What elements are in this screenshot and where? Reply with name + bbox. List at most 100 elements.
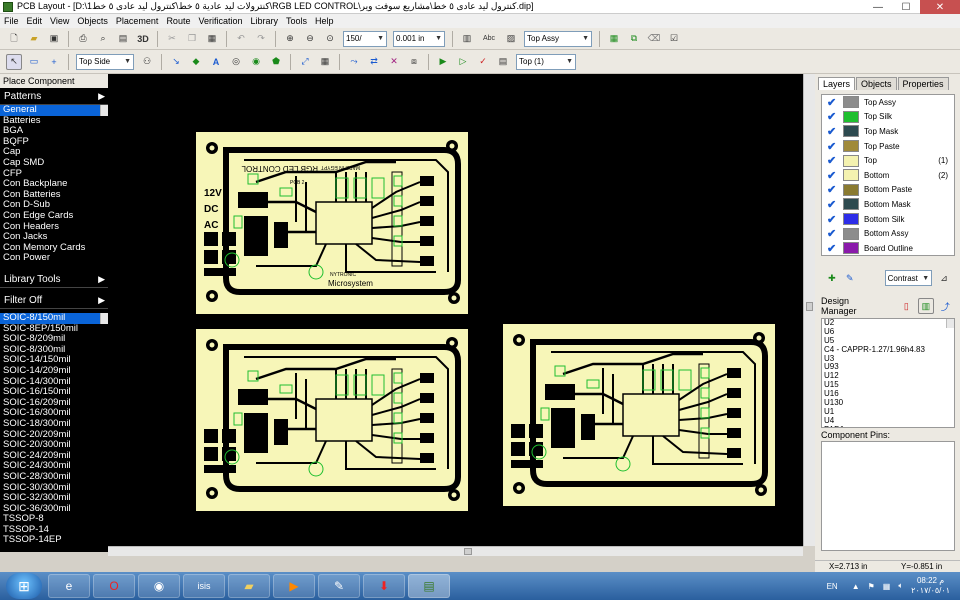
- layer-color-swatch[interactable]: [843, 169, 859, 182]
- export-icon[interactable]: ▤: [115, 31, 131, 47]
- layer-row[interactable]: ✔ Bottom Paste: [822, 183, 954, 198]
- vscroll-thumb[interactable]: [806, 302, 813, 311]
- layer-color-swatch[interactable]: [843, 140, 859, 153]
- package-scrollbar[interactable]: [100, 313, 108, 324]
- clock[interactable]: 08:22 م ٢٠١٧/٠٥/٠١: [911, 576, 950, 596]
- menu-placement[interactable]: Placement: [112, 16, 163, 26]
- route-options-icon[interactable]: ⧈: [406, 54, 422, 70]
- check-icon[interactable]: ✔: [827, 169, 837, 182]
- download-icon[interactable]: ⬇: [363, 574, 405, 598]
- pencil-app-icon[interactable]: ✎: [318, 574, 360, 598]
- layer-color-swatch[interactable]: [843, 125, 859, 138]
- layer-row[interactable]: ✔ Bottom Silk: [822, 212, 954, 227]
- pin-icon[interactable]: ⊿: [937, 270, 951, 286]
- flag-icon[interactable]: ⚑: [868, 582, 875, 591]
- component-item[interactable]: U2: [822, 319, 954, 328]
- ie-icon[interactable]: e: [48, 574, 90, 598]
- dm-component-icon[interactable]: ▥: [918, 298, 934, 314]
- print-icon[interactable]: ⎙: [75, 31, 91, 47]
- category-item[interactable]: Cap SMD: [0, 157, 108, 169]
- open-folder-icon[interactable]: ▰: [26, 31, 42, 47]
- pcb-board-2[interactable]: [196, 329, 468, 511]
- via-tool-icon[interactable]: ◎: [228, 54, 244, 70]
- pcb-board-3[interactable]: [503, 324, 775, 506]
- check-icon[interactable]: ✔: [827, 110, 837, 123]
- menu-route[interactable]: Route: [162, 16, 194, 26]
- explorer-icon[interactable]: ▰: [228, 574, 270, 598]
- check-icon[interactable]: ✔: [827, 198, 837, 211]
- print-preview-icon[interactable]: ⌕: [95, 31, 111, 47]
- menu-file[interactable]: File: [0, 16, 23, 26]
- view-3d-button[interactable]: 3D: [135, 31, 151, 47]
- layer-color-swatch[interactable]: [843, 154, 859, 167]
- zoom-combo[interactable]: 150/ ▼: [343, 30, 387, 47]
- check-icon[interactable]: ✔: [827, 140, 837, 153]
- network-icon[interactable]: ▦: [883, 582, 891, 591]
- chrome-icon[interactable]: ◉: [138, 574, 180, 598]
- check-icon[interactable]: ✔: [827, 96, 837, 109]
- text-abc-button[interactable]: Abc: [479, 31, 499, 47]
- check-icon[interactable]: ✔: [827, 227, 837, 240]
- save-icon[interactable]: ▣: [46, 31, 62, 47]
- media-player-icon[interactable]: ▶: [273, 574, 315, 598]
- tab-objects[interactable]: Objects: [856, 77, 897, 90]
- check-icon[interactable]: ✔: [827, 125, 837, 138]
- layer-color-swatch[interactable]: [843, 96, 859, 109]
- menu-objects[interactable]: Objects: [73, 16, 112, 26]
- report-icon[interactable]: ▤: [495, 54, 511, 70]
- layer-row[interactable]: ✔ Bottom Mask: [822, 197, 954, 212]
- line-tool-icon[interactable]: ↘: [168, 54, 184, 70]
- canvas-hscrollbar[interactable]: [108, 546, 803, 556]
- component-item[interactable]: C4 - CAPPR-1.27/1.96h4.83: [822, 345, 954, 355]
- package-item[interactable]: SOIC-28/300mil: [0, 471, 108, 483]
- dm-net-icon[interactable]: ⤴: [938, 298, 953, 314]
- layer-edit-icon[interactable]: ✎: [843, 270, 857, 286]
- layer-combo[interactable]: Top Assy ▼: [524, 30, 592, 47]
- active-layer-combo[interactable]: Top (1) ▼: [516, 53, 576, 70]
- minimize-button[interactable]: —: [864, 0, 892, 14]
- check-icon[interactable]: ✔: [827, 213, 837, 226]
- redo-icon[interactable]: ↷: [253, 31, 269, 47]
- layer-color-swatch[interactable]: [843, 242, 859, 255]
- layer-row[interactable]: ✔ Top Mask: [822, 124, 954, 139]
- component-scrollbar[interactable]: [946, 319, 954, 328]
- copy-icon[interactable]: ❐: [184, 31, 200, 47]
- isis-icon[interactable]: isis: [183, 574, 225, 598]
- autoroute-icon[interactable]: ⇄: [366, 54, 382, 70]
- grid-combo[interactable]: 0.001 in ▼: [393, 30, 445, 47]
- patterns-bar[interactable]: Patterns ▶: [0, 88, 108, 105]
- image-icon[interactable]: ▨: [503, 31, 519, 47]
- run-step-icon[interactable]: ▷: [455, 54, 471, 70]
- component-item[interactable]: U3: [822, 354, 954, 364]
- zoom-fit-icon[interactable]: ⊙: [322, 31, 338, 47]
- category-scrollbar[interactable]: [100, 105, 108, 116]
- binoculars-icon[interactable]: ⚇: [139, 54, 155, 70]
- layer-color-swatch[interactable]: [843, 183, 859, 196]
- language-indicator[interactable]: EN: [827, 582, 838, 591]
- category-item[interactable]: Con Edge Cards: [0, 210, 108, 222]
- undo-icon[interactable]: ↶: [233, 31, 249, 47]
- component-item[interactable]: U130: [822, 398, 954, 408]
- tray-arrow-icon[interactable]: ▲: [852, 582, 860, 591]
- maximize-button[interactable]: ☐: [892, 0, 920, 14]
- component-item[interactable]: U6: [822, 327, 954, 337]
- zoom-in-icon[interactable]: ⊕: [282, 31, 298, 47]
- netlist-icon[interactable]: ⧉: [626, 31, 642, 47]
- layer-row[interactable]: ✔ Bottom (2): [822, 168, 954, 183]
- dimension-icon[interactable]: ⤢: [297, 54, 313, 70]
- menu-help[interactable]: Help: [311, 16, 338, 26]
- layer-add-icon[interactable]: ✚: [825, 270, 839, 286]
- component-item[interactable]: U1: [822, 407, 954, 417]
- filter-bar[interactable]: Filter Off ▶: [0, 292, 108, 309]
- properties-icon[interactable]: ▥: [459, 31, 475, 47]
- component-item[interactable]: U12: [822, 371, 954, 381]
- menu-verification[interactable]: Verification: [194, 16, 246, 26]
- new-file-icon[interactable]: 🗋: [6, 31, 22, 47]
- layer-row[interactable]: ✔ Top (1): [822, 153, 954, 168]
- volume-icon[interactable]: 🔈︎: [898, 581, 903, 591]
- layer-color-swatch[interactable]: [843, 198, 859, 211]
- layer-row[interactable]: ✔ Top Silk: [822, 110, 954, 125]
- pointer-icon[interactable]: ↖: [6, 53, 22, 70]
- canvas-vscrollbar[interactable]: [803, 74, 815, 546]
- text-tool-icon[interactable]: A: [208, 54, 224, 70]
